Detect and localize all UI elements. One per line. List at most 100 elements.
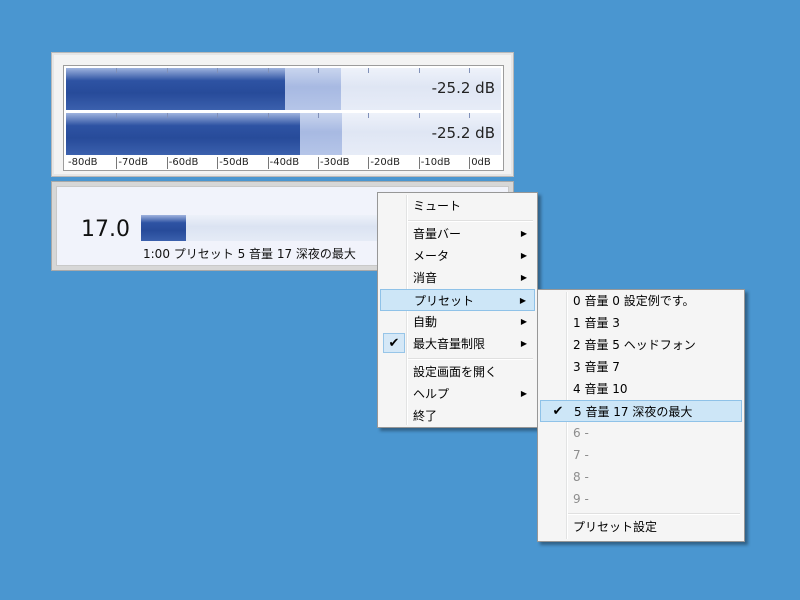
meter-tick [217, 113, 219, 118]
context-menu-item[interactable]: 消音 ▶ [380, 267, 535, 289]
meter-db-readout-left: -25.2 dB [431, 79, 495, 97]
meter-tick [116, 68, 118, 73]
submenu-arrow-icon: ▶ [520, 389, 527, 398]
context-menu-item[interactable]: 終了 [380, 405, 535, 427]
level-meter-frame: -25.2 dB -25.2 dB -80dB -70dB -60dB -50dB -4… [63, 65, 504, 171]
scale-label: -60dB [168, 157, 199, 168]
context-menu-item[interactable]: 自動 ▶ [380, 311, 535, 333]
meter-tick [418, 113, 420, 118]
submenu-arrow-icon: ▶ [520, 251, 527, 260]
preset-menu-item-label: 3 音量 7 [573, 360, 620, 374]
context-menu-item-label: プリセット [414, 294, 475, 308]
meter-tick [166, 68, 168, 73]
menu-separator [408, 358, 533, 360]
context-menu-item-label: ヘルプ [413, 387, 450, 401]
meter-tick [318, 113, 319, 118]
preset-menu-item[interactable]: 4 音量 10 [540, 378, 742, 400]
preset-menu-item[interactable]: 2 音量 5 ヘッドフォン [540, 334, 742, 356]
meter-tick [368, 113, 370, 118]
preset-submenu: 0 音量 0 設定例です。 1 音量 3 2 音量 5 ヘッドフォン 3 音量 7 4 … [537, 289, 745, 542]
submenu-arrow-icon: ▶ [519, 296, 526, 305]
scale-separator [166, 157, 168, 169]
preset-menu-item-label: 1 音量 3 [573, 316, 620, 330]
meter-tick [418, 68, 420, 73]
meter-tick [469, 68, 471, 73]
meter-tick [318, 68, 319, 73]
scale-label: -20dB [370, 157, 400, 168]
meter-tick [166, 113, 168, 118]
scale-label: 0dB [471, 157, 491, 168]
context-menu-item[interactable]: ヘルプ ▶ [380, 383, 535, 405]
meter-tick [116, 113, 118, 118]
preset-menu-item-label: 0 音量 0 設定例です。 [573, 294, 695, 308]
preset-menu-item[interactable]: 1 音量 3 [540, 312, 742, 334]
preset-menu-item: 7 - [540, 444, 742, 466]
meter-tick [368, 68, 370, 73]
meter-tick [267, 113, 269, 118]
meter-tick [217, 68, 219, 73]
submenu-arrow-icon: ▶ [520, 229, 527, 238]
preset-menu-item-label: 4 音量 10 [573, 382, 628, 396]
meter-bar-right: -25.2 dB [66, 113, 501, 155]
preset-menu-item-label: プリセット設定 [573, 520, 658, 534]
context-menu-item-label: ミュート [413, 199, 462, 213]
preset-menu-item[interactable]: プリセット設定 [540, 516, 742, 538]
context-menu: ミュート音量バー ▶ メータ ▶ 消音 ▶ プリセット ▶ 自動 ▶ ✔ 最大音量制限 ▶ 設定画面を開く… [377, 192, 538, 428]
meter-level-right [66, 113, 300, 155]
meter-bar-left: -25.2 dB [66, 68, 501, 110]
context-menu-item-label: 消音 [413, 271, 438, 285]
scale-label: -50dB [219, 157, 249, 168]
meter-tick [469, 113, 471, 118]
preset-menu-item-label: 8 - [573, 470, 589, 484]
context-menu-item[interactable]: ✔ 最大音量制限 ▶ [380, 333, 535, 355]
context-menu-item-label: 音量バー [413, 227, 462, 241]
submenu-arrow-icon: ▶ [520, 317, 527, 326]
scale-separator [217, 157, 219, 169]
scale-label: -80dB [68, 157, 98, 168]
context-menu-item-label: 自動 [413, 315, 438, 329]
context-menu-item[interactable]: メータ ▶ [380, 245, 535, 267]
scale-separator [318, 157, 319, 169]
scale-label: -70dB [118, 157, 148, 168]
preset-menu-item-label: 7 - [573, 448, 589, 462]
preset-menu-item[interactable]: ✔ 5 音量 17 深夜の最大 [540, 400, 742, 422]
context-menu-item[interactable]: 設定画面を開く [380, 361, 535, 383]
meter-level-left [66, 68, 285, 110]
meter-tick [267, 68, 269, 73]
checkmark-icon: ✔ [383, 333, 405, 353]
preset-menu-item-label: 6 - [573, 426, 589, 440]
scale-separator [116, 157, 118, 169]
context-menu-item[interactable]: プリセット ▶ [380, 289, 535, 311]
preset-menu-item: 8 - [540, 466, 742, 488]
preset-menu-item-label: 9 - [573, 492, 589, 506]
volume-slider-fill [141, 215, 187, 241]
preset-menu-item: 9 - [540, 488, 742, 510]
context-menu-item[interactable]: 音量バー ▶ [380, 223, 535, 245]
preset-menu-item-label: 2 音量 5 ヘッドフォン [573, 338, 696, 352]
checkmark-icon: ✔ [552, 404, 564, 419]
volume-value: 17.0 [81, 217, 130, 242]
context-menu-item-label: 設定画面を開く [413, 365, 498, 379]
menu-separator [408, 220, 533, 222]
preset-menu-item[interactable]: 3 音量 7 [540, 356, 742, 378]
context-menu-item-label: 最大音量制限 [413, 337, 486, 351]
submenu-arrow-icon: ▶ [520, 339, 527, 348]
scale-label: -10dB [420, 157, 451, 168]
volume-status-text: 1:00 プリセット 5 音量 17 深夜の最大 [143, 247, 356, 261]
level-meter-window: -25.2 dB -25.2 dB -80dB -70dB -60dB -50dB -4… [51, 52, 514, 177]
meter-db-scale: -80dB -70dB -60dB -50dB -40dB -30dB -20dB -10dB… [66, 157, 501, 169]
preset-menu-item: 6 - [540, 422, 742, 444]
scale-separator [368, 157, 370, 169]
scale-label: -30dB [320, 157, 350, 168]
context-menu-item-label: メータ [413, 249, 450, 263]
submenu-arrow-icon: ▶ [520, 273, 527, 282]
scale-separator [418, 157, 420, 169]
preset-menu-item[interactable]: 0 音量 0 設定例です。 [540, 290, 742, 312]
scale-label: -40dB [269, 157, 300, 168]
preset-menu-item-label: 5 音量 17 深夜の最大 [574, 405, 693, 419]
context-menu-item-label: 終了 [413, 409, 438, 423]
context-menu-item[interactable]: ミュート [380, 195, 535, 217]
scale-separator [469, 157, 471, 169]
menu-separator [568, 513, 740, 515]
meter-db-readout-right: -25.2 dB [431, 124, 495, 142]
